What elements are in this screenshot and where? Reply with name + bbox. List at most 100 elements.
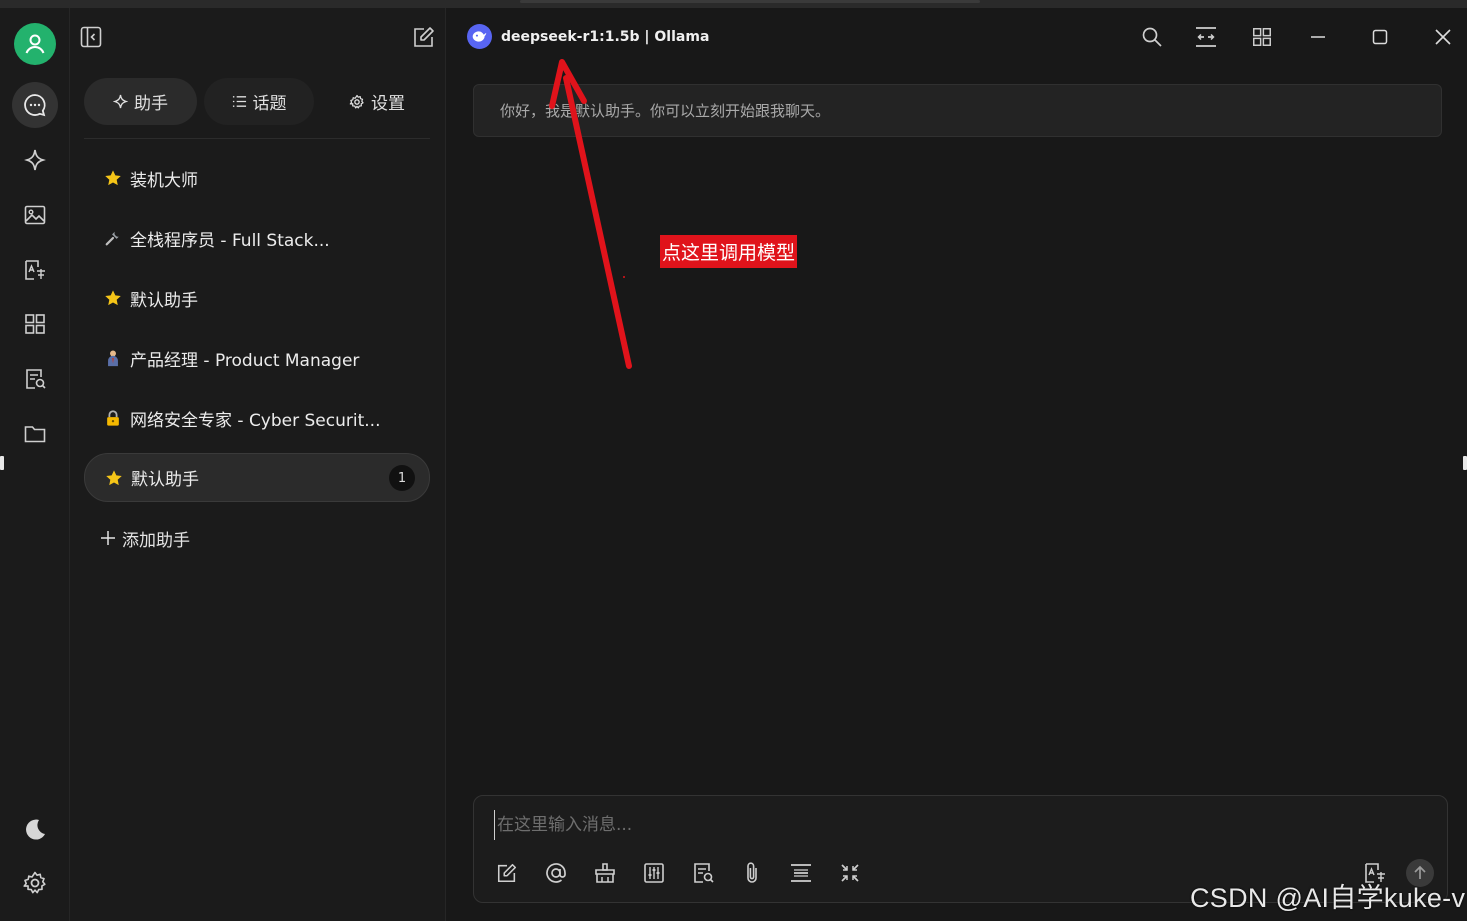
- grid-icon: [25, 314, 45, 334]
- edit-icon: [414, 27, 434, 47]
- document-search-icon: [26, 369, 46, 389]
- avatar[interactable]: [14, 23, 56, 65]
- line-height-icon: [791, 864, 811, 882]
- model-selector[interactable]: deepseek-r1:1.5b | Ollama: [467, 24, 709, 49]
- translate-nav-button[interactable]: [12, 247, 58, 293]
- minimize-button[interactable]: [1306, 25, 1330, 49]
- drag-handle[interactable]: [520, 0, 980, 3]
- list-icon: [232, 96, 246, 107]
- add-assistant-button[interactable]: 添加助手: [100, 525, 190, 551]
- maximize-icon: [1372, 29, 1388, 45]
- clear-context-tool[interactable]: [592, 860, 618, 886]
- document-search-icon: [694, 863, 714, 883]
- user-icon: [25, 34, 45, 54]
- tab-topics-label: 话题: [252, 94, 287, 114]
- sliders-icon: [644, 863, 664, 883]
- assistant-greeting-message: 你好，我是默认助手。你可以立刻开始跟我聊天。: [473, 84, 1442, 137]
- plus-icon: [101, 531, 115, 545]
- assistant-item[interactable]: 全栈程序员 - Full Stack...: [84, 214, 430, 262]
- new-topic-tool[interactable]: [494, 860, 520, 886]
- assistant-item-active[interactable]: 默认助手 1: [84, 453, 430, 502]
- sparkle-icon: [24, 149, 46, 171]
- person-icon: [102, 347, 124, 369]
- resize-handle-right[interactable]: [1463, 456, 1467, 470]
- layout-toggle-button[interactable]: [1194, 25, 1218, 49]
- knowledge-nav-button[interactable]: [12, 356, 58, 402]
- resize-handle-left[interactable]: [0, 456, 4, 470]
- broom-icon: [595, 863, 615, 883]
- chat-bubble-icon: [24, 94, 46, 117]
- lock-icon: [102, 407, 124, 429]
- expand-horizontal-icon: [1196, 27, 1216, 47]
- files-nav-button[interactable]: [12, 411, 58, 457]
- new-topic-button[interactable]: [411, 24, 437, 50]
- panel-header: [70, 8, 446, 66]
- gear-icon: [23, 871, 46, 894]
- deepseek-logo-icon: [467, 24, 492, 49]
- tab-assistants-label: 助手: [134, 94, 168, 114]
- fullscreen-tool[interactable]: [837, 860, 863, 886]
- assistant-item-label: 网络安全专家 - Cyber Securit...: [130, 410, 381, 431]
- knowledge-base-tool[interactable]: [690, 860, 716, 886]
- expand-input-tool[interactable]: [788, 860, 814, 886]
- collapse-arrows-icon: [841, 864, 859, 882]
- translate-icon: [25, 260, 45, 280]
- assistant-item-label: 全栈程序员 - Full Stack...: [130, 230, 330, 251]
- assistant-item-label: 产品经理 - Product Manager: [130, 350, 360, 371]
- assistant-item-label: 装机大师: [130, 170, 198, 191]
- grid-icon: [1253, 28, 1271, 46]
- window-top-strip: [0, 0, 1467, 8]
- sidebar-toggle-icon: [80, 26, 102, 48]
- search-button[interactable]: [1140, 25, 1164, 49]
- gear-icon: [349, 94, 364, 109]
- image-icon: [24, 205, 46, 225]
- theme-toggle-button[interactable]: [12, 806, 58, 852]
- image-nav-button[interactable]: [12, 192, 58, 238]
- maximize-button[interactable]: [1368, 25, 1392, 49]
- sparkle-icon: [113, 94, 128, 109]
- assistant-item[interactable]: 默认助手: [84, 274, 430, 322]
- settings-nav-button[interactable]: [12, 860, 58, 906]
- moon-icon: [26, 819, 45, 840]
- model-selector-label: deepseek-r1:1.5b | Ollama: [501, 28, 710, 45]
- tab-settings-label: 设置: [371, 94, 405, 114]
- mini-apps-button[interactable]: [1250, 25, 1274, 49]
- edit-icon: [497, 863, 517, 883]
- annotation-label: 点这里调用模型: [660, 235, 798, 268]
- star-icon: [102, 167, 124, 189]
- panel-tabs: 助手 话题 设置: [84, 78, 430, 126]
- message-input[interactable]: [494, 810, 1374, 840]
- left-rail: [0, 8, 70, 921]
- wrench-icon: [102, 227, 124, 249]
- csdn-watermark: CSDN @AI自学kuke-v: [1190, 883, 1466, 913]
- assistant-item-label: 默认助手: [130, 290, 198, 311]
- at-icon: [546, 863, 566, 883]
- model-settings-tool[interactable]: [641, 860, 667, 886]
- agents-nav-button[interactable]: [12, 137, 58, 183]
- chat-nav-button[interactable]: [12, 82, 58, 128]
- topic-count-badge: 1: [389, 465, 415, 491]
- assistant-item[interactable]: 产品经理 - Product Manager: [84, 334, 430, 382]
- search-icon: [1142, 27, 1162, 47]
- star-icon: [103, 467, 125, 489]
- assistant-item[interactable]: 网络安全专家 - Cyber Securit...: [84, 394, 430, 442]
- assistant-panel: 助手 话题 设置 装机大师 全栈程序员 - Full Stack... 默认助手…: [70, 8, 446, 921]
- tab-topics[interactable]: 话题: [204, 78, 314, 125]
- close-icon: [1435, 29, 1451, 45]
- folder-icon: [24, 426, 46, 443]
- minimize-icon: [1311, 36, 1325, 38]
- chat-header: deepseek-r1:1.5b | Ollama: [446, 8, 1467, 66]
- add-assistant-label: 添加助手: [122, 530, 190, 551]
- sidebar-collapse-button[interactable]: [78, 24, 104, 50]
- assistant-item-label: 默认助手: [131, 470, 199, 490]
- tab-assistants[interactable]: 助手: [84, 78, 197, 125]
- apps-nav-button[interactable]: [12, 301, 58, 347]
- assistant-item[interactable]: 装机大师: [84, 154, 430, 202]
- tabs-divider: [84, 138, 430, 139]
- attach-file-tool[interactable]: [739, 860, 765, 886]
- close-button[interactable]: [1431, 25, 1455, 49]
- tab-settings[interactable]: 设置: [324, 78, 430, 125]
- mention-model-tool[interactable]: [543, 860, 569, 886]
- paperclip-icon: [747, 862, 757, 883]
- star-icon: [102, 287, 124, 309]
